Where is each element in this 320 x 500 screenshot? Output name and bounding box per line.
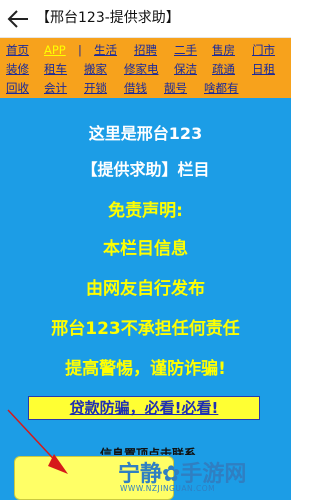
nav-link-app[interactable]: APP bbox=[44, 40, 66, 60]
nav-link-shopfront[interactable]: 门市 bbox=[252, 40, 275, 60]
site-watermark: 宁静✿手游网 WWW.NZJINGUAN.COM bbox=[112, 454, 287, 498]
notice-warning: 提高警惕，谨防诈骗! bbox=[65, 359, 226, 379]
notice-line-4: 本栏目信息 bbox=[103, 239, 188, 259]
nav-link-moving[interactable]: 搬家 bbox=[84, 59, 107, 79]
app-header: 【邢台123-提供求助】 bbox=[0, 0, 291, 38]
notice-panel: 这里是邢台123 【提供求助】栏目 免责声明: 本栏目信息 由网友自行发布 邢台… bbox=[0, 98, 291, 500]
nav-link-daily-rental[interactable]: 日租 bbox=[252, 59, 275, 79]
nav-link-drain[interactable]: 疏通 bbox=[212, 59, 235, 79]
nav-link-life[interactable]: 生活 bbox=[94, 40, 117, 60]
nav-link-home[interactable]: 首页 bbox=[6, 40, 29, 60]
nav-separator: | bbox=[78, 43, 82, 57]
nav-link-lucky-numbers[interactable]: 靓号 bbox=[164, 78, 187, 98]
notice-line-6: 邢台123不承担任何责任 bbox=[51, 319, 240, 339]
nav-link-recycling[interactable]: 回收 bbox=[6, 78, 29, 98]
watermark-url: WWW.NZJINGUAN.COM bbox=[120, 484, 216, 493]
nav-link-renovation[interactable]: 装修 bbox=[6, 59, 29, 79]
nav-link-secondhand[interactable]: 二手 bbox=[174, 40, 197, 60]
category-nav: 首页 APP | 生活 招聘 二手 售房 门市 装修 租车 搬家 修家电 保洁 … bbox=[0, 38, 291, 98]
notice-line-1: 这里是邢台123 bbox=[88, 124, 203, 143]
notice-disclaimer-heading: 免责声明: bbox=[108, 201, 183, 221]
notice-line-2: 【提供求助】栏目 bbox=[81, 160, 210, 179]
page-title: 【邢台123-提供求助】 bbox=[36, 10, 180, 26]
nav-link-everything[interactable]: 啥都有 bbox=[204, 78, 239, 98]
nav-link-locksmith[interactable]: 开锁 bbox=[84, 78, 107, 98]
nav-link-housing-sale[interactable]: 售房 bbox=[212, 40, 235, 60]
nav-link-appliance-repair[interactable]: 修家电 bbox=[124, 59, 159, 79]
nav-link-cleaning[interactable]: 保洁 bbox=[174, 59, 197, 79]
nav-link-jobs[interactable]: 招聘 bbox=[134, 40, 157, 60]
notice-line-5: 由网友自行发布 bbox=[86, 279, 205, 299]
red-arrow-annotation-icon bbox=[7, 409, 68, 474]
nav-link-accounting[interactable]: 会计 bbox=[44, 78, 67, 98]
nav-link-loans[interactable]: 借钱 bbox=[124, 78, 147, 98]
nav-link-car-rental[interactable]: 租车 bbox=[44, 59, 67, 79]
back-arrow-icon[interactable] bbox=[6, 8, 30, 30]
